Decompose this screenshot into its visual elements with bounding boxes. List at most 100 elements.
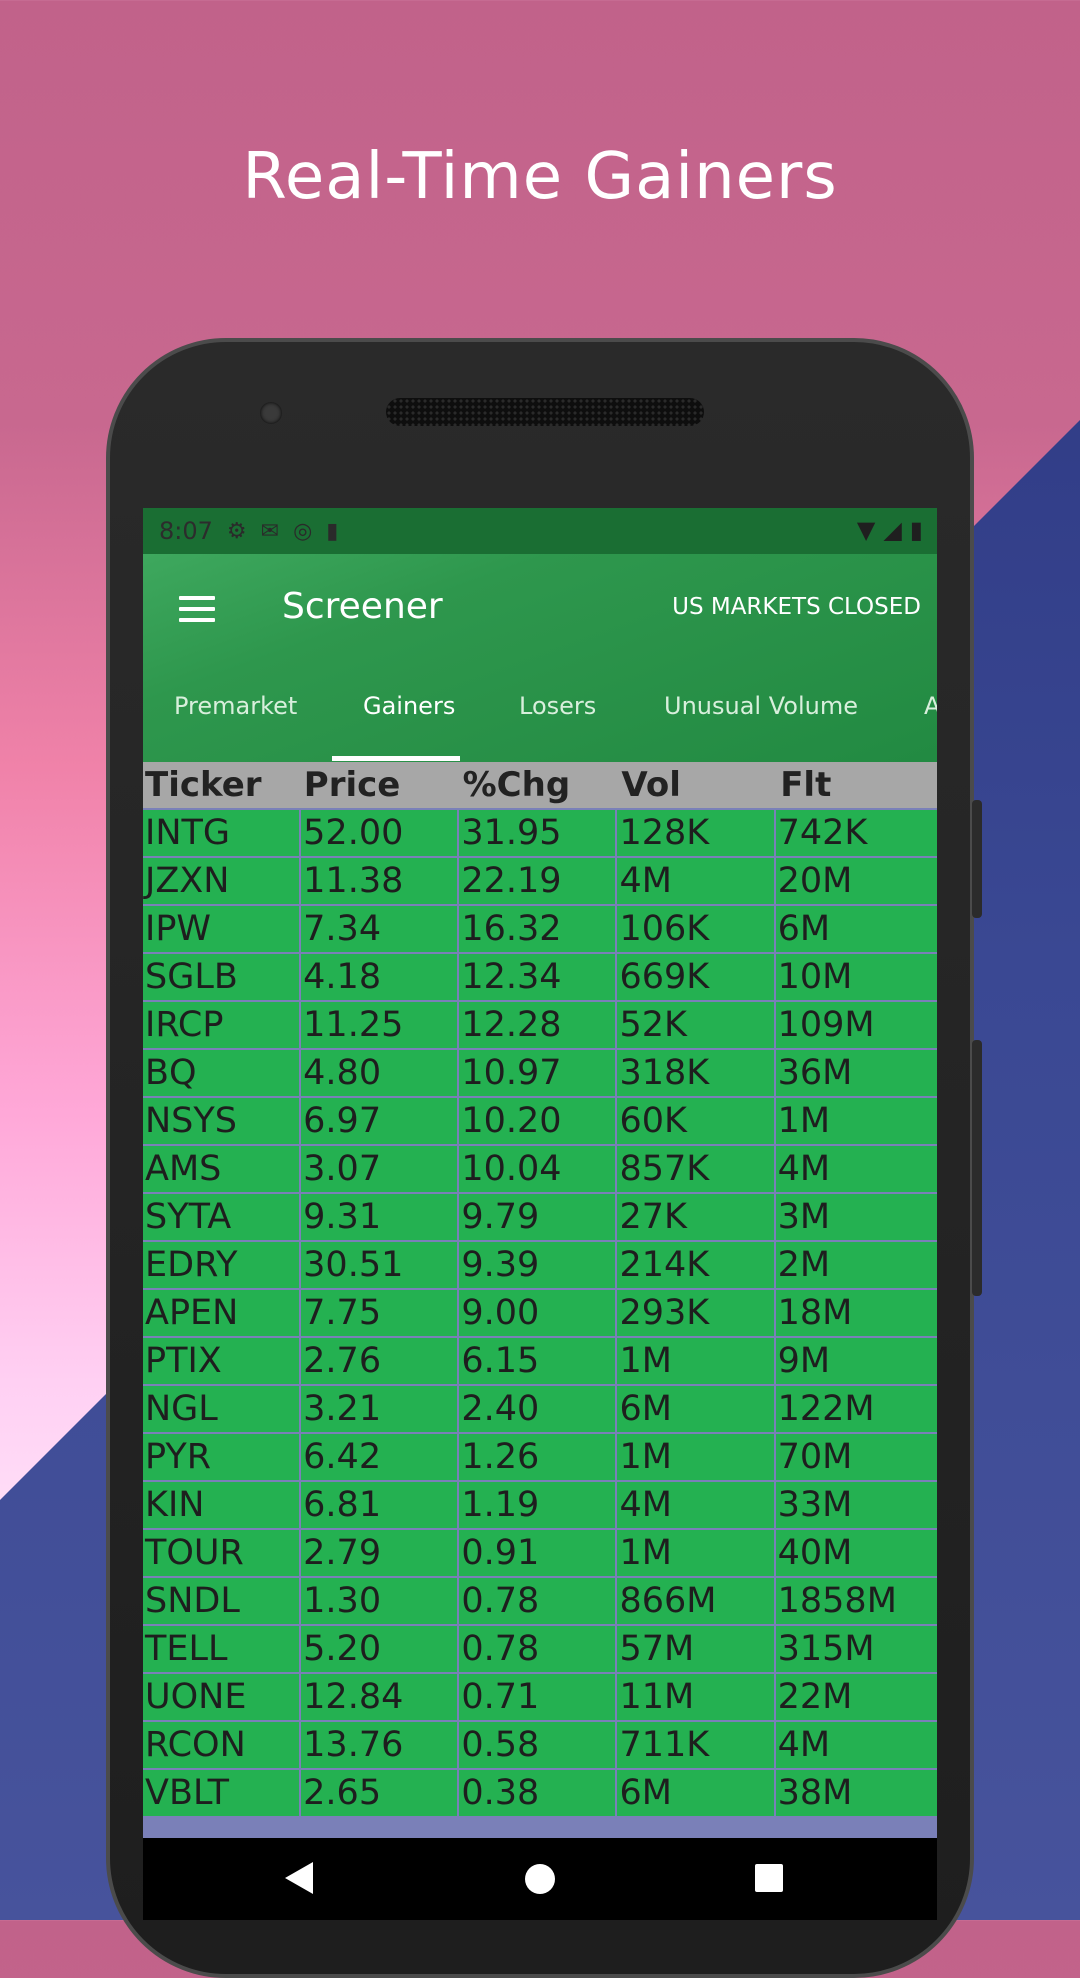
cell-float: 33M bbox=[775, 1482, 937, 1528]
table-row[interactable]: NSYS 6.97 10.20 60K 1M bbox=[143, 1098, 937, 1144]
table-row[interactable]: IPW 7.34 16.32 106K 6M bbox=[143, 906, 937, 952]
cell-volume: 669K bbox=[617, 954, 774, 1000]
cell-ticker: JZXN bbox=[143, 858, 300, 904]
home-icon[interactable] bbox=[525, 1864, 555, 1894]
table-row[interactable]: TELL 5.20 0.78 57M 315M bbox=[143, 1626, 937, 1672]
cell-float: 20M bbox=[775, 858, 937, 904]
active-tab-indicator bbox=[332, 756, 460, 761]
table-row[interactable]: JZXN 11.38 22.19 4M 20M bbox=[143, 858, 937, 904]
cell-change: 0.58 bbox=[459, 1722, 616, 1768]
table-row[interactable]: SGLB 4.18 12.34 669K 10M bbox=[143, 954, 937, 1000]
back-icon[interactable] bbox=[285, 1862, 313, 1894]
table-row[interactable]: SNDL 1.30 0.78 866M 1858M bbox=[143, 1578, 937, 1624]
cell-ticker: TELL bbox=[143, 1626, 300, 1672]
settings-icon: ⚙ bbox=[226, 518, 247, 544]
cell-volume: 857K bbox=[617, 1146, 774, 1192]
menu-icon[interactable] bbox=[179, 596, 215, 622]
cell-volume: 4M bbox=[617, 858, 774, 904]
cell-ticker: VBLT bbox=[143, 1770, 300, 1816]
cell-price: 3.07 bbox=[301, 1146, 458, 1192]
tab-bar: Premarket Gainers Losers Unusual Volume … bbox=[143, 654, 937, 762]
table-row[interactable]: PTIX 2.76 6.15 1M 9M bbox=[143, 1338, 937, 1384]
cell-price: 1.30 bbox=[301, 1578, 458, 1624]
recent-apps-icon[interactable] bbox=[755, 1864, 783, 1892]
cell-price: 6.42 bbox=[301, 1434, 458, 1480]
table-row[interactable]: KIN 6.81 1.19 4M 33M bbox=[143, 1482, 937, 1528]
cell-float: 742K bbox=[775, 810, 937, 856]
column-header-change[interactable]: %Chg bbox=[461, 762, 620, 808]
cell-change: 12.34 bbox=[459, 954, 616, 1000]
cell-change: 9.39 bbox=[459, 1242, 616, 1288]
cell-ticker: SNDL bbox=[143, 1578, 300, 1624]
cell-float: 1858M bbox=[775, 1578, 937, 1624]
cell-volume: 318K bbox=[617, 1050, 774, 1096]
table-row[interactable]: AMS 3.07 10.04 857K 4M bbox=[143, 1146, 937, 1192]
table-row[interactable]: APEN 7.75 9.00 293K 18M bbox=[143, 1290, 937, 1336]
table-row[interactable]: PYR 6.42 1.26 1M 70M bbox=[143, 1434, 937, 1480]
cell-ticker: IPW bbox=[143, 906, 300, 952]
table-row[interactable]: INTG 52.00 31.95 128K 742K bbox=[143, 810, 937, 856]
cell-price: 30.51 bbox=[301, 1242, 458, 1288]
table-row[interactable]: SYTA 9.31 9.79 27K 3M bbox=[143, 1194, 937, 1240]
table-row[interactable]: BQ 4.80 10.97 318K 36M bbox=[143, 1050, 937, 1096]
cell-float: 4M bbox=[775, 1722, 937, 1768]
cell-volume: 1M bbox=[617, 1338, 774, 1384]
table-row[interactable]: TOUR 2.79 0.91 1M 40M bbox=[143, 1530, 937, 1576]
cell-price: 6.97 bbox=[301, 1098, 458, 1144]
battery-icon: ▮ bbox=[909, 516, 923, 544]
table-header: Ticker Price %Chg Vol Flt bbox=[143, 762, 937, 808]
cell-price: 5.20 bbox=[301, 1626, 458, 1672]
cell-change: 1.26 bbox=[459, 1434, 616, 1480]
cell-change: 0.38 bbox=[459, 1770, 616, 1816]
column-header-float[interactable]: Flt bbox=[778, 762, 937, 808]
column-header-volume[interactable]: Vol bbox=[619, 762, 778, 808]
tab-premarket[interactable]: Premarket bbox=[174, 654, 297, 762]
cell-price: 4.18 bbox=[301, 954, 458, 1000]
cell-price: 11.25 bbox=[301, 1002, 458, 1048]
cell-change: 0.71 bbox=[459, 1674, 616, 1720]
cell-price: 9.31 bbox=[301, 1194, 458, 1240]
cell-float: 1M bbox=[775, 1098, 937, 1144]
cell-volume: 106K bbox=[617, 906, 774, 952]
navigation-bar bbox=[143, 1838, 937, 1920]
cell-price: 2.65 bbox=[301, 1770, 458, 1816]
cell-change: 0.78 bbox=[459, 1626, 616, 1672]
tab-more[interactable]: A bbox=[924, 654, 937, 762]
cell-float: 9M bbox=[775, 1338, 937, 1384]
column-header-price[interactable]: Price bbox=[302, 762, 461, 808]
table-row[interactable]: IRCP 11.25 12.28 52K 109M bbox=[143, 1002, 937, 1048]
cell-float: 2M bbox=[775, 1242, 937, 1288]
cell-float: 18M bbox=[775, 1290, 937, 1336]
cell-volume: 1M bbox=[617, 1530, 774, 1576]
cell-price: 13.76 bbox=[301, 1722, 458, 1768]
column-header-ticker[interactable]: Ticker bbox=[143, 762, 302, 808]
cell-change: 1.19 bbox=[459, 1482, 616, 1528]
cell-ticker: IRCP bbox=[143, 1002, 300, 1048]
sync-icon: ◎ bbox=[293, 518, 313, 544]
cell-float: 10M bbox=[775, 954, 937, 1000]
cell-change: 10.04 bbox=[459, 1146, 616, 1192]
cell-ticker: TOUR bbox=[143, 1530, 300, 1576]
cell-change: 16.32 bbox=[459, 906, 616, 952]
table-row[interactable]: EDRY 30.51 9.39 214K 2M bbox=[143, 1242, 937, 1288]
cell-change: 0.78 bbox=[459, 1578, 616, 1624]
cell-float: 40M bbox=[775, 1530, 937, 1576]
table-row[interactable]: RCON 13.76 0.58 711K 4M bbox=[143, 1722, 937, 1768]
status-time: 8:07 bbox=[159, 517, 213, 545]
cell-volume: 293K bbox=[617, 1290, 774, 1336]
cell-volume: 1M bbox=[617, 1434, 774, 1480]
cell-change: 10.20 bbox=[459, 1098, 616, 1144]
tab-losers[interactable]: Losers bbox=[519, 654, 596, 762]
table-row[interactable]: VBLT 2.65 0.38 6M 38M bbox=[143, 1770, 937, 1816]
app-bar: Screener US MARKETS CLOSED Premarket Gai… bbox=[143, 554, 937, 762]
cell-ticker: APEN bbox=[143, 1290, 300, 1336]
cell-ticker: NSYS bbox=[143, 1098, 300, 1144]
tab-unusual-volume[interactable]: Unusual Volume bbox=[664, 654, 858, 762]
tab-gainers[interactable]: Gainers bbox=[363, 654, 455, 762]
table-row[interactable]: NGL 3.21 2.40 6M 122M bbox=[143, 1386, 937, 1432]
sd-card-icon: ▮ bbox=[326, 518, 339, 544]
gainers-table[interactable]: INTG 52.00 31.95 128K 742K JZXN 11.38 22.19 4M 20… bbox=[143, 808, 937, 1838]
table-row[interactable]: UONE 12.84 0.71 11M 22M bbox=[143, 1674, 937, 1720]
earpiece-speaker bbox=[386, 398, 704, 426]
cell-ticker: INTG bbox=[143, 810, 300, 856]
